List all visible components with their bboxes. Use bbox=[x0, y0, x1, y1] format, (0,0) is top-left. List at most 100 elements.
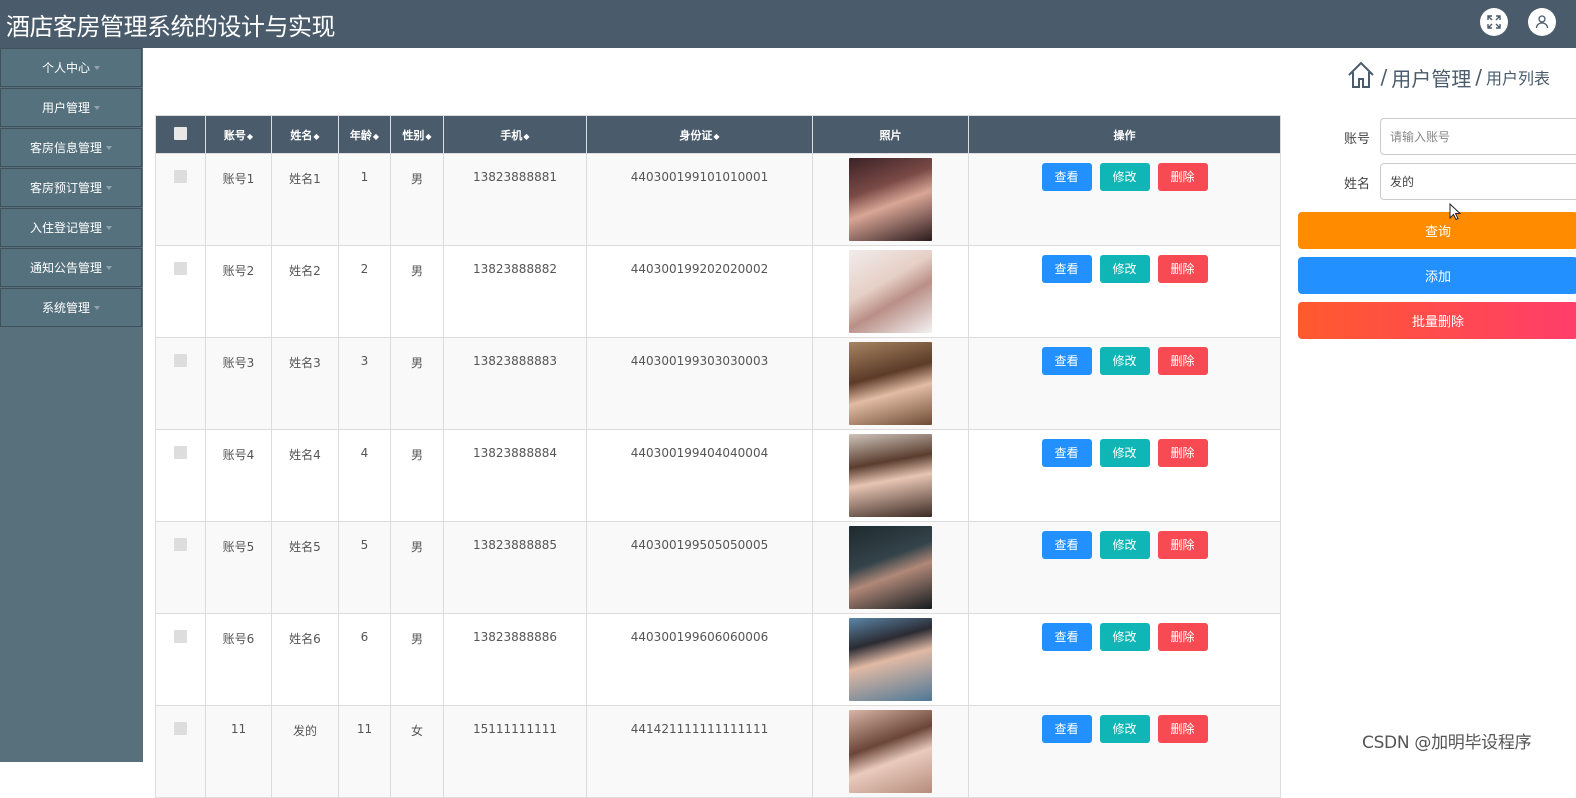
user-icon[interactable] bbox=[1528, 8, 1556, 36]
edit-button[interactable]: 修改 bbox=[1099, 163, 1150, 191]
cell-name: 姓名4 bbox=[271, 429, 339, 522]
sidebar-item-personal-center[interactable]: 个人中心 bbox=[0, 48, 142, 87]
view-button[interactable]: 查看 bbox=[1041, 715, 1092, 743]
sidebar-item-room-info[interactable]: 客房信息管理 bbox=[0, 128, 142, 167]
cell-phone: 13823888885 bbox=[443, 521, 587, 614]
cell-account: 账号3 bbox=[205, 337, 272, 430]
watermark: CSDN @加明毕设程序 bbox=[1362, 733, 1532, 753]
edit-button[interactable]: 修改 bbox=[1099, 255, 1150, 283]
cell-name: 姓名1 bbox=[271, 153, 339, 246]
edit-button[interactable]: 修改 bbox=[1099, 715, 1150, 743]
sort-icon: ◆ bbox=[523, 131, 530, 141]
cell-account: 账号6 bbox=[205, 613, 272, 706]
sidebar-item-label: 入住登记管理 bbox=[29, 221, 102, 235]
delete-button[interactable]: 删除 bbox=[1157, 347, 1208, 375]
select-all-checkbox[interactable] bbox=[155, 115, 206, 154]
sidebar-item-label: 系统管理 bbox=[41, 301, 90, 315]
cell-account: 账号4 bbox=[205, 429, 272, 522]
column-header-name[interactable]: 姓名◆ bbox=[271, 115, 339, 154]
chevron-down-icon bbox=[94, 305, 100, 310]
column-header-phone[interactable]: 手机◆ bbox=[443, 115, 587, 154]
row-checkbox[interactable] bbox=[155, 429, 206, 522]
breadcrumb-section[interactable]: 用户管理 bbox=[1391, 63, 1471, 92]
view-button[interactable]: 查看 bbox=[1041, 163, 1092, 191]
row-checkbox[interactable] bbox=[155, 705, 206, 798]
column-header-age[interactable]: 年龄◆ bbox=[338, 115, 391, 154]
view-button[interactable]: 查看 bbox=[1041, 623, 1092, 651]
add-button[interactable]: 添加 bbox=[1298, 257, 1576, 294]
cell-account: 账号2 bbox=[205, 245, 272, 338]
mouse-cursor-icon bbox=[1449, 202, 1462, 225]
chevron-down-icon bbox=[94, 65, 100, 70]
table-row: 账号5 姓名5 5 男 13823888885 4403001995050500… bbox=[155, 521, 1281, 614]
fullscreen-icon[interactable] bbox=[1480, 8, 1508, 36]
cell-name: 姓名2 bbox=[271, 245, 339, 338]
delete-button[interactable]: 删除 bbox=[1157, 255, 1208, 283]
edit-button[interactable]: 修改 bbox=[1099, 531, 1150, 559]
view-button[interactable]: 查看 bbox=[1041, 531, 1092, 559]
cell-phone: 13823888883 bbox=[443, 337, 587, 430]
cell-id-card: 440300199101010001 bbox=[586, 153, 813, 246]
sidebar-item-user-management[interactable]: 用户管理 bbox=[0, 88, 142, 127]
cell-phone: 15111111111 bbox=[443, 705, 587, 798]
sort-icon: ◆ bbox=[313, 131, 320, 141]
table-row: 11 发的 11 女 15111111111 44142111111111111… bbox=[155, 705, 1281, 798]
row-checkbox[interactable] bbox=[155, 521, 206, 614]
cell-id-card: 440300199505050005 bbox=[586, 521, 813, 614]
edit-button[interactable]: 修改 bbox=[1099, 623, 1150, 651]
column-header-id-card[interactable]: 身份证◆ bbox=[586, 115, 813, 154]
edit-button[interactable]: 修改 bbox=[1099, 439, 1150, 467]
cell-age: 4 bbox=[338, 429, 391, 522]
row-checkbox[interactable] bbox=[155, 613, 206, 706]
sidebar-item-label: 用户管理 bbox=[41, 101, 90, 115]
row-checkbox[interactable] bbox=[155, 245, 206, 338]
name-search-input[interactable] bbox=[1380, 163, 1576, 200]
column-header-gender[interactable]: 性别◆ bbox=[390, 115, 444, 154]
sidebar-item-notices[interactable]: 通知公告管理 bbox=[0, 248, 142, 287]
cell-id-card: 440300199303030003 bbox=[586, 337, 813, 430]
sidebar-item-checkin[interactable]: 入住登记管理 bbox=[0, 208, 142, 247]
cell-id-card: 440300199404040004 bbox=[586, 429, 813, 522]
cell-account: 账号1 bbox=[205, 153, 272, 246]
query-button[interactable]: 查询 bbox=[1298, 212, 1576, 249]
delete-button[interactable]: 删除 bbox=[1157, 531, 1208, 559]
sidebar-item-label: 个人中心 bbox=[41, 61, 90, 75]
row-checkbox[interactable] bbox=[155, 337, 206, 430]
table-row: 账号2 姓名2 2 男 13823888882 4403001992020200… bbox=[155, 245, 1281, 338]
column-header-account[interactable]: 账号◆ bbox=[205, 115, 272, 154]
view-button[interactable]: 查看 bbox=[1041, 347, 1092, 375]
home-icon[interactable] bbox=[1346, 60, 1376, 94]
delete-button[interactable]: 删除 bbox=[1157, 623, 1208, 651]
account-label: 账号 bbox=[1344, 132, 1371, 147]
cell-phone: 13823888881 bbox=[443, 153, 587, 246]
cell-age: 6 bbox=[338, 613, 391, 706]
batch-delete-button[interactable]: 批量删除 bbox=[1298, 302, 1576, 339]
delete-button[interactable]: 删除 bbox=[1157, 163, 1208, 191]
cell-age: 2 bbox=[338, 245, 391, 338]
edit-button[interactable]: 修改 bbox=[1099, 347, 1150, 375]
cell-age: 11 bbox=[338, 705, 391, 798]
breadcrumb-separator: / bbox=[1475, 65, 1482, 89]
name-label: 姓名 bbox=[1344, 177, 1371, 192]
delete-button[interactable]: 删除 bbox=[1157, 439, 1208, 467]
view-button[interactable]: 查看 bbox=[1041, 439, 1092, 467]
sidebar-item-room-booking[interactable]: 客房预订管理 bbox=[0, 168, 142, 207]
sidebar-item-label: 客房预订管理 bbox=[29, 181, 102, 195]
table-header: 账号◆ 姓名◆ 年龄◆ 性别◆ 手机◆ 身份证◆ 照片 操作 bbox=[155, 115, 1281, 154]
cell-name: 姓名6 bbox=[271, 613, 339, 706]
user-photo bbox=[849, 342, 932, 425]
sidebar-item-system[interactable]: 系统管理 bbox=[0, 288, 142, 327]
column-header-actions: 操作 bbox=[968, 115, 1281, 154]
chevron-down-icon bbox=[106, 185, 112, 190]
cell-phone: 13823888884 bbox=[443, 429, 587, 522]
table-row: 账号1 姓名1 1 男 13823888881 4403001991010100… bbox=[155, 153, 1281, 246]
chevron-down-icon bbox=[94, 105, 100, 110]
view-button[interactable]: 查看 bbox=[1041, 255, 1092, 283]
account-search-input[interactable] bbox=[1380, 118, 1576, 155]
breadcrumb-page: 用户列表 bbox=[1485, 69, 1550, 88]
table-row: 账号6 姓名6 6 男 13823888886 4403001996060600… bbox=[155, 613, 1281, 706]
sidebar: 个人中心 用户管理 客房信息管理 客房预订管理 入住登记管理 通知公告管理 系统… bbox=[0, 48, 143, 762]
delete-button[interactable]: 删除 bbox=[1157, 715, 1208, 743]
cell-name: 姓名3 bbox=[271, 337, 339, 430]
row-checkbox[interactable] bbox=[155, 153, 206, 246]
